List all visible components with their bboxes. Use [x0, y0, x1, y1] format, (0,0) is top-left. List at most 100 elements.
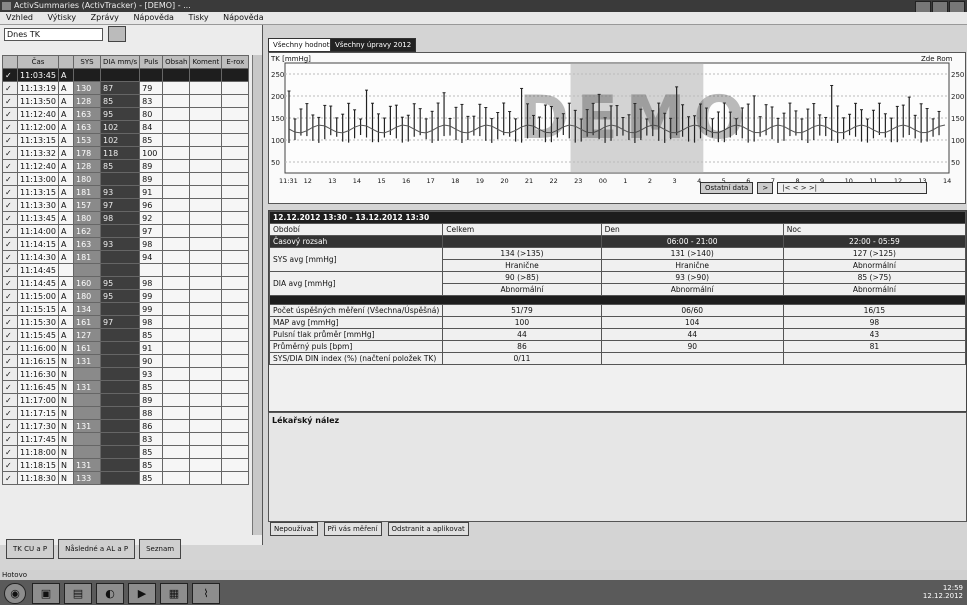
pager[interactable]: |< < > >| — [777, 182, 928, 194]
cell-dia: 98 — [99, 211, 141, 225]
window-title: ActivSummaries (ActivTracker) - [DEMO] -… — [14, 1, 191, 10]
table-row[interactable]: ✓ 11:13:45 A 180 98 92 — [2, 211, 250, 225]
y-tick-label: 150 — [271, 115, 284, 123]
table-header[interactable] — [58, 55, 74, 69]
other-data-button[interactable]: Ostatní data — [700, 182, 754, 194]
table-row[interactable]: ✓ 11:13:15 A 153 102 85 — [2, 133, 250, 147]
radio-option-0[interactable]: Nepoužívat — [270, 522, 318, 536]
app-icon-taskbar[interactable]: ▦ — [160, 583, 188, 604]
table-header[interactable]: Obsah — [162, 55, 191, 69]
save-icon[interactable]: ▣ — [32, 583, 60, 604]
summary-row-value: 51/79 — [442, 304, 602, 317]
cell-time: 11:03:45 — [17, 68, 59, 82]
table-row[interactable]: ✓ 11:13:00 A 180 89 — [2, 172, 250, 186]
taskbar: ◉ ▣ ▤ ◐ ▶ ▦ ⌇ 12:59 12.12.2012 — [0, 580, 967, 605]
cell-time: 11:14:15 — [17, 237, 59, 251]
tab-all-values[interactable]: Všechny hodnoty — [268, 38, 339, 52]
start-icon[interactable]: ◉ — [4, 583, 26, 604]
table-row[interactable]: ✓ 11:18:00 N 85 — [2, 445, 250, 459]
table-row[interactable]: ✓ 11:17:30 N 131 86 — [2, 419, 250, 433]
filter-button[interactable] — [108, 26, 126, 42]
table-row[interactable]: ✓ 11:12:00 A 163 102 84 — [2, 120, 250, 134]
cell-empty — [189, 276, 223, 290]
table-row[interactable]: ✓ 11:17:15 N 88 — [2, 406, 250, 420]
cell-dia — [99, 328, 141, 342]
table-row[interactable]: ✓ 11:18:15 N 131 85 — [2, 458, 250, 472]
table-row[interactable]: ✓ 11:14:00 A 162 97 — [2, 224, 250, 238]
cell-empty — [162, 120, 191, 134]
table-row[interactable]: ✓ 11:15:15 A 134 99 — [2, 302, 250, 316]
menu-item-1[interactable]: Výtisky — [48, 13, 77, 22]
list-button[interactable]: Seznam — [139, 539, 182, 559]
radio-option-1[interactable]: Při vás měření — [323, 522, 382, 536]
followup-button[interactable]: Nåsledné a AL a P — [58, 539, 136, 559]
menu-item-0[interactable]: Vzhled — [6, 13, 33, 22]
cell-empty — [221, 328, 250, 342]
cell-puls: 93 — [139, 367, 164, 381]
table-row[interactable]: ✓ 11:13:15 A 181 93 91 — [2, 185, 250, 199]
tk-button[interactable]: TK CU a P — [6, 539, 55, 559]
table-row[interactable]: ✓ 11:16:45 N 131 85 — [2, 380, 250, 394]
table-row[interactable]: ✓ 11:14:30 A 181 94 — [2, 250, 250, 264]
table-header[interactable]: Koment — [189, 55, 223, 69]
radio-option-2[interactable]: Odstranit a aplikovat — [387, 522, 469, 536]
browser-icon[interactable]: ◐ — [96, 583, 124, 604]
cell-dia — [99, 263, 141, 277]
chart-app-icon[interactable]: ⌇ — [192, 583, 220, 604]
table-row[interactable]: ✓ 11:13:32 A 178 118 100 — [2, 146, 250, 160]
table-row[interactable]: ✓ 11:16:00 N 161 91 — [2, 341, 250, 355]
table-row[interactable]: ✓ 11:15:00 A 180 95 99 — [2, 289, 250, 303]
next-button[interactable]: > — [757, 182, 774, 194]
menu-item-4[interactable]: Tisky — [188, 13, 208, 22]
table-row[interactable]: ✓ 11:14:15 A 163 93 98 — [2, 237, 250, 251]
table-header[interactable]: Čas — [17, 55, 59, 69]
cell-time: 11:14:45 — [17, 263, 59, 277]
table-row[interactable]: ✓ 11:16:15 N 131 90 — [2, 354, 250, 368]
table-row[interactable]: ✓ 11:13:30 A 157 97 96 — [2, 198, 250, 212]
cell-empty — [189, 211, 223, 225]
table-row[interactable]: ✓ 11:16:30 N 93 — [2, 367, 250, 381]
menu-item-3[interactable]: Nápověda — [133, 13, 174, 22]
table-row[interactable]: ✓ 11:17:45 N 83 — [2, 432, 250, 446]
cell-empty — [189, 81, 223, 95]
cell-empty — [162, 159, 191, 173]
table-row[interactable]: ✓ 11:12:40 A 163 95 80 — [2, 107, 250, 121]
table-header[interactable]: Puls — [139, 55, 164, 69]
vertical-scrollbar[interactable] — [252, 55, 262, 535]
cell-empty — [189, 406, 223, 420]
table-header[interactable] — [2, 55, 18, 69]
tab-adjustments[interactable]: Všechny úpravy 2012 — [330, 38, 417, 52]
menu-item-5[interactable]: Nápověda — [223, 13, 264, 22]
table-header[interactable]: E-rox — [221, 55, 250, 69]
table-row[interactable]: ✓ 11:17:00 N 89 — [2, 393, 250, 407]
table-row[interactable]: ✓ 11:15:45 A 127 85 — [2, 328, 250, 342]
table-row[interactable]: ✓ 11:15:30 A 161 97 98 — [2, 315, 250, 329]
physician-findings[interactable]: Lékařský nález — [268, 412, 967, 522]
table-row[interactable]: ✓ 11:03:45 A — [2, 68, 250, 82]
table-row[interactable]: ✓ 11:18:30 N 133 85 — [2, 471, 250, 485]
media-icon[interactable]: ▶ — [128, 583, 156, 604]
folder-icon[interactable]: ▤ — [64, 583, 92, 604]
cell-empty — [162, 367, 191, 381]
menu-item-2[interactable]: Zprávy — [91, 13, 119, 22]
col-day: Den — [600, 223, 784, 236]
cell-m: A — [58, 159, 74, 173]
table-row[interactable]: ✓ 11:12:40 A 128 85 89 — [2, 159, 250, 173]
table-header[interactable]: DIA mm/s — [99, 55, 141, 69]
cell-puls: 79 — [139, 81, 164, 95]
col-period: Období — [268, 223, 444, 236]
table-row[interactable]: ✓ 11:14:45 A 160 95 98 — [2, 276, 250, 290]
cell-empty — [221, 185, 250, 199]
cell-m: A — [58, 81, 74, 95]
table-row[interactable]: ✓ 11:13:19 A 130 87 79 — [2, 81, 250, 95]
summary-divider — [269, 295, 966, 305]
col-total: Celkem — [442, 223, 602, 236]
table-header[interactable]: SYS — [73, 55, 101, 69]
row-check-icon: ✓ — [2, 120, 18, 134]
view-dropdown[interactable]: Dnes TK — [4, 28, 103, 41]
x-tick-label: 18 — [451, 177, 459, 185]
cell-empty — [189, 432, 223, 446]
table-row[interactable]: ✓ 11:14:45 — [2, 263, 250, 277]
cell-m: A — [58, 250, 74, 264]
table-row[interactable]: ✓ 11:13:50 A 128 85 83 — [2, 94, 250, 108]
